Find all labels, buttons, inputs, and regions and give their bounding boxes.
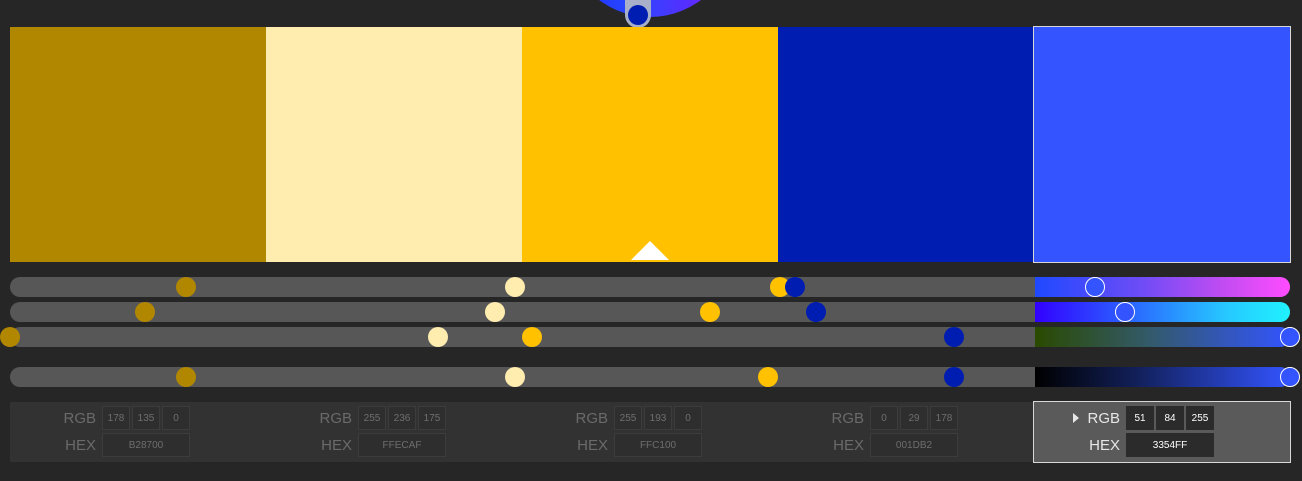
hex-label: HEX	[577, 436, 608, 454]
rgb-row: RGB 255 193 0	[522, 406, 704, 430]
hex-row: HEX B28700	[10, 433, 192, 457]
b-value-field[interactable]: 255	[1186, 406, 1214, 430]
hex-value-field[interactable]: B28700	[102, 433, 190, 457]
hue-slider-track[interactable]	[10, 277, 1290, 297]
rgb-label-text: RGB	[1087, 409, 1120, 427]
rgb-label: RGB	[522, 410, 614, 427]
hex-value-field[interactable]: FFECAF	[358, 433, 446, 457]
brightness-knob-3[interactable]	[758, 367, 779, 387]
rgb-row: RGB 0 29 178	[778, 406, 960, 430]
brightness-slider-track[interactable]	[10, 367, 1300, 387]
rgb-label: RGB	[266, 410, 358, 427]
hex-value-field[interactable]: 001DB2	[870, 433, 958, 457]
hue-knob-5[interactable]	[1085, 277, 1106, 297]
hex-label: HEX	[65, 436, 96, 454]
hex-value-field[interactable]: 3354FF	[1126, 433, 1214, 457]
base-color-marker	[631, 241, 669, 260]
rgb-label-text: RGB	[63, 409, 96, 427]
hex-label: HEX	[833, 436, 864, 454]
color-swatch-4[interactable]	[778, 27, 1034, 262]
g-value-field[interactable]: 135	[132, 406, 160, 430]
saturation-knob-5[interactable]	[1115, 302, 1135, 322]
g-value-field[interactable]: 236	[388, 406, 416, 430]
hex-row: HEX FFC100	[522, 433, 704, 457]
saturation-knob-4[interactable]	[806, 302, 827, 322]
rgb-label-text: RGB	[319, 409, 352, 427]
saturation-knob-1[interactable]	[135, 302, 156, 322]
b-value-field[interactable]: 0	[674, 406, 702, 430]
value-active-gradient	[1035, 327, 1290, 347]
rgb-label: RGB	[10, 410, 102, 427]
r-value-field[interactable]: 0	[870, 406, 898, 430]
color-panel-4: RGB 0 29 178 HEX 001DB2	[778, 402, 1034, 462]
value-knob-1[interactable]	[0, 327, 20, 347]
b-value-field[interactable]: 0	[162, 406, 190, 430]
saturation-slider-track[interactable]	[10, 302, 1290, 322]
r-value-field[interactable]: 51	[1126, 406, 1154, 430]
color-panel-3: RGB 255 193 0 HEX FFC100	[522, 402, 778, 462]
brightness-knob-4[interactable]	[944, 367, 964, 387]
rgb-row: RGB 178 135 0	[10, 406, 192, 430]
expand-triangle-icon[interactable]	[1073, 412, 1080, 423]
brightness-knob-2[interactable]	[504, 367, 525, 387]
value-knob-2[interactable]	[428, 327, 449, 347]
swatch-row	[10, 26, 1291, 263]
b-value-field[interactable]: 175	[418, 406, 446, 430]
hex-row: HEX FFECAF	[266, 433, 448, 457]
hex-label: HEX	[321, 436, 352, 454]
value-knob-3[interactable]	[521, 327, 542, 347]
hue-knob-4[interactable]	[785, 277, 806, 297]
r-value-field[interactable]: 255	[614, 406, 642, 430]
color-swatch-1[interactable]	[10, 27, 266, 262]
hue-knob-2[interactable]	[504, 277, 525, 297]
color-panel-5: RGB 51 84 255 HEX 3354FF	[1033, 401, 1291, 463]
r-value-field[interactable]: 178	[102, 406, 130, 430]
brightness-knob-1[interactable]	[176, 367, 196, 387]
g-value-field[interactable]: 193	[644, 406, 672, 430]
rgb-row: RGB 51 84 255	[1034, 406, 1216, 430]
rgb-label: RGB	[1034, 410, 1126, 427]
hex-row: HEX 3354FF	[1034, 433, 1216, 457]
color-panel-1: RGB 178 135 0 HEX B28700	[10, 402, 266, 462]
value-slider-track[interactable]	[0, 327, 1300, 347]
hue-knob-1[interactable]	[176, 277, 196, 297]
b-value-field[interactable]: 178	[930, 406, 958, 430]
color-swatch-5[interactable]	[1033, 26, 1291, 263]
rgb-label: RGB	[778, 410, 870, 427]
wheel-handle-dot	[628, 5, 648, 25]
rgb-row: RGB 255 236 175	[266, 406, 448, 430]
r-value-field[interactable]: 255	[358, 406, 386, 430]
color-wheel-handle[interactable]	[625, 0, 651, 28]
hex-label: HEX	[1089, 436, 1120, 454]
saturation-active-gradient	[1035, 302, 1290, 322]
value-knob-4[interactable]	[944, 327, 964, 347]
brightness-active-gradient	[1035, 367, 1290, 387]
rgb-label-text: RGB	[831, 409, 864, 427]
brightness-knob-5[interactable]	[1280, 367, 1300, 387]
hex-value-field[interactable]: FFC100	[614, 433, 702, 457]
color-swatch-2[interactable]	[266, 27, 522, 262]
saturation-knob-3[interactable]	[700, 302, 721, 322]
color-panel-2: RGB 255 236 175 HEX FFECAF	[266, 402, 522, 462]
rgb-label-text: RGB	[575, 409, 608, 427]
saturation-knob-2[interactable]	[484, 302, 505, 322]
value-knob-5[interactable]	[1280, 327, 1300, 347]
color-swatch-3[interactable]	[522, 27, 778, 262]
hex-row: HEX 001DB2	[778, 433, 960, 457]
hue-active-gradient	[1035, 277, 1290, 297]
g-value-field[interactable]: 29	[900, 406, 928, 430]
g-value-field[interactable]: 84	[1156, 406, 1184, 430]
color-value-panels: RGB 178 135 0 HEX B28700 RGB 255 236 175 HEX FFECAF…	[10, 401, 1291, 463]
